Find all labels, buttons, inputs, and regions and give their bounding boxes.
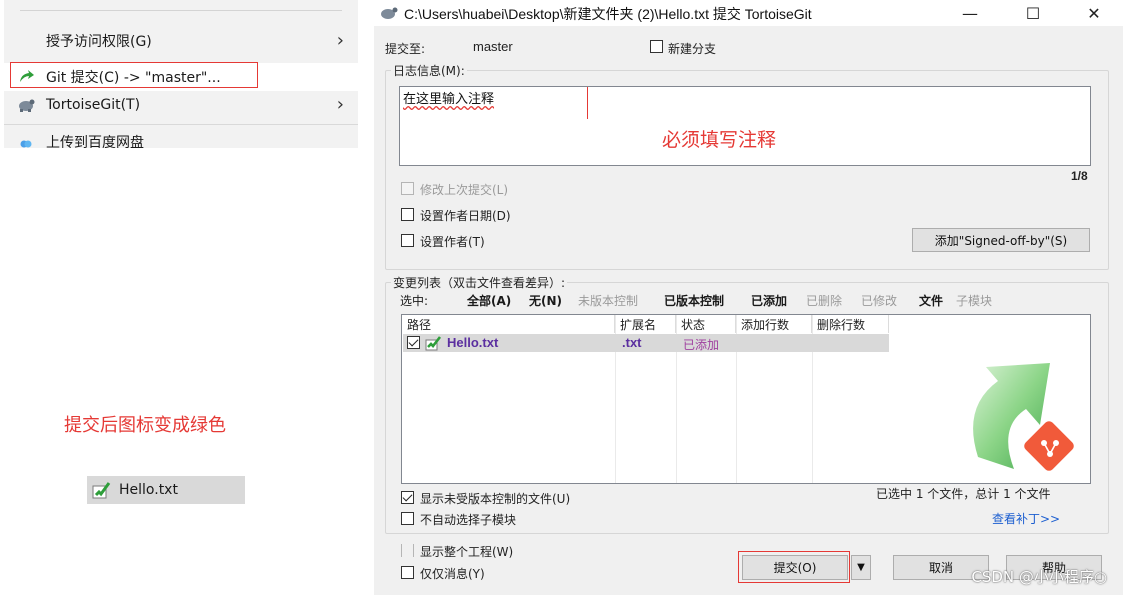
column-header-ext[interactable]: 扩展名 <box>615 315 676 333</box>
commit-message-input[interactable]: 在这里输入注释 必须填写注释 <box>399 86 1091 166</box>
commit-dropdown-button[interactable]: ▼ <box>851 555 871 580</box>
filter-unversioned-link[interactable]: 未版本控制 <box>578 292 638 309</box>
filter-added-link[interactable]: 已添加 <box>751 292 787 309</box>
commit-button[interactable]: 提交(O) <box>742 555 848 580</box>
amend-label: 修改上次提交(L) <box>420 183 509 197</box>
changes-group-title: 变更列表（双击文件查看差异）: <box>391 274 568 291</box>
set-author-date-label: 设置作者日期(D) <box>420 209 511 223</box>
row-path: Hello.txt <box>447 335 499 350</box>
new-branch-label: 新建分支 <box>668 42 717 56</box>
show-unversioned-label: 显示未受版本控制的文件(U) <box>420 492 571 506</box>
column-header-path[interactable]: 路径 <box>402 315 615 333</box>
column-header-deleted-lines[interactable]: 删除行数 <box>812 315 889 333</box>
selection-summary: 已选中 1 个文件，总计 1 个文件 <box>876 487 1051 501</box>
file-name: Hello.txt <box>119 482 178 498</box>
column-header-status[interactable]: 状态 <box>676 315 736 333</box>
chevron-right-icon: › <box>336 30 344 51</box>
row-checkbox[interactable] <box>407 336 420 349</box>
file-item-hello[interactable]: Hello.txt <box>87 476 245 504</box>
new-branch-checkbox[interactable] <box>650 40 663 53</box>
annotation-note: 提交后图标变成绿色 <box>64 415 226 436</box>
baidu-cloud-icon <box>20 140 32 148</box>
menu-divider <box>20 10 342 11</box>
window-title: C:\Users\huabei\Desktop\新建文件夹 (2)\Hello.… <box>404 6 812 22</box>
menu-item-grant-access[interactable]: 授予访问权限(G) › <box>4 27 358 55</box>
filter-none-link[interactable]: 无(N) <box>529 292 562 309</box>
menu-item-label: 授予访问权限(G) <box>46 34 152 50</box>
filter-files-link[interactable]: 文件 <box>919 292 943 309</box>
row-status: 已添加 <box>683 338 720 352</box>
column-header-added-lines[interactable]: 添加行数 <box>736 315 812 333</box>
filter-all-link[interactable]: 全部(A) <box>467 292 511 309</box>
tortoisegit-watermark-icon <box>973 363 1074 471</box>
filter-versioned-link[interactable]: 已版本控制 <box>664 292 724 309</box>
show-whole-project-checkbox[interactable] <box>401 544 414 557</box>
git-file-added-icon <box>92 482 111 499</box>
maximize-button[interactable]: ☐ <box>1010 0 1056 26</box>
row-ext: .txt <box>622 335 642 350</box>
filter-submodules-link[interactable]: 子模块 <box>956 292 992 309</box>
show-unversioned-checkbox[interactable] <box>401 491 414 504</box>
close-button[interactable]: ✕ <box>1071 0 1117 26</box>
menu-item-label: TortoiseGit(T) <box>46 97 141 113</box>
menu-item-tortoisegit[interactable]: TortoiseGit(T) › <box>4 91 358 119</box>
menu-item-baidu-upload[interactable]: 上传到百度网盘 <box>4 128 358 148</box>
git-file-added-icon <box>425 336 442 351</box>
tortoisegit-icon <box>19 99 35 112</box>
show-whole-project-label: 显示整个工程(W) <box>420 545 514 559</box>
filter-modified-link[interactable]: 已修改 <box>861 292 897 309</box>
no-auto-submodule-checkbox[interactable] <box>401 512 414 525</box>
signed-off-by-button[interactable]: 添加"Signed-off-by"(S) <box>912 228 1090 252</box>
commit-to-label: 提交至: <box>385 42 426 56</box>
message-only-label: 仅仅消息(Y) <box>420 567 485 581</box>
annotation-marker <box>587 87 588 119</box>
message-only-checkbox[interactable] <box>401 566 414 579</box>
set-author-date-checkbox[interactable] <box>401 208 414 221</box>
minimize-button[interactable]: — <box>947 0 993 26</box>
view-patch-link[interactable]: 查看补丁>> <box>992 510 1060 527</box>
commit-dialog: C:\Users\huabei\Desktop\新建文件夹 (2)\Hello.… <box>374 0 1123 595</box>
menu-divider <box>4 124 358 125</box>
filter-deleted-link[interactable]: 已删除 <box>806 292 842 309</box>
select-label: 选中: <box>400 294 429 308</box>
set-author-label: 设置作者(T) <box>420 235 485 249</box>
tortoisegit-icon <box>381 7 398 19</box>
annotation-note: 必须填写注释 <box>662 129 777 151</box>
title-bar: C:\Users\huabei\Desktop\新建文件夹 (2)\Hello.… <box>374 0 1123 26</box>
commit-message-text: 在这里输入注释 <box>403 92 495 107</box>
set-author-checkbox[interactable] <box>401 234 414 247</box>
file-list[interactable]: 路径 扩展名 状态 添加行数 删除行数 Hello.txt .txt 已添加 <box>401 314 1091 484</box>
menu-item-label: 上传到百度网盘 <box>46 135 144 148</box>
table-row[interactable]: Hello.txt .txt 已添加 <box>403 334 889 352</box>
annotation-highlight-box <box>10 62 258 88</box>
chevron-right-icon: › <box>336 94 344 115</box>
line-counter: 1/8 <box>1071 169 1088 183</box>
csdn-watermark: CSDN @小小程序○ <box>971 568 1107 586</box>
branch-name: master <box>473 39 513 54</box>
log-message-group-title: 日志信息(M): <box>391 62 467 79</box>
amend-checkbox[interactable] <box>401 182 414 195</box>
no-auto-submodule-label: 不自动选择子模块 <box>420 513 517 527</box>
